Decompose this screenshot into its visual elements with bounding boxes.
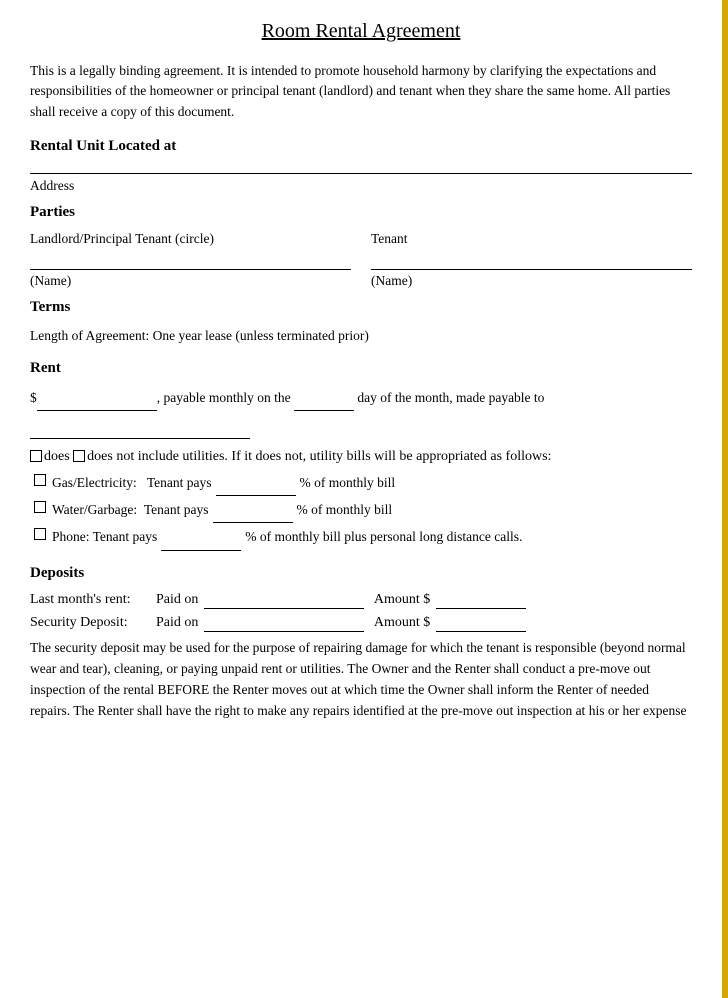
landlord-col: Landlord/Principal Tenant (circle) (Name… xyxy=(30,231,351,289)
address-area: Address xyxy=(30,173,692,194)
tenant-col: Tenant (Name) xyxy=(371,231,692,289)
does-not-text: does not include utilities. If it does n… xyxy=(87,449,551,464)
intro-paragraph: This is a legally binding agreement. It … xyxy=(30,61,692,122)
document-title: Room Rental Agreement xyxy=(30,20,692,43)
landlord-name-label: (Name) xyxy=(30,273,351,289)
rental-unit-heading: Rental Unit Located at xyxy=(30,138,692,155)
rent-heading: Rent xyxy=(30,360,692,377)
last-month-amount-prefix: Amount $ xyxy=(370,592,430,608)
rent-payee-field xyxy=(30,415,250,439)
tenant-name-line xyxy=(371,269,692,270)
security-deposit-row: Security Deposit: Paid on Amount $ xyxy=(30,615,692,632)
terms-heading: Terms xyxy=(30,299,692,316)
address-label: Address xyxy=(30,178,692,194)
security-deposit-label: Security Deposit: xyxy=(30,615,150,631)
security-amount-field xyxy=(436,615,526,632)
security-paid-on: Paid on xyxy=(156,615,198,631)
parties-heading: Parties xyxy=(30,204,692,221)
water-percent-field xyxy=(213,498,293,523)
gas-percent-field xyxy=(216,471,296,496)
deposits-heading: Deposits xyxy=(30,565,692,582)
phone-suffix: % of monthly bill plus personal long dis… xyxy=(245,525,522,549)
gas-checkbox xyxy=(34,474,46,486)
rent-section: Rent $ , payable monthly on the day of t… xyxy=(30,360,692,551)
tenant-name-label: (Name) xyxy=(371,273,692,289)
gas-label: Gas/Electricity: Tenant pays xyxy=(52,471,212,495)
does-text: does xyxy=(44,449,73,464)
parties-section: Parties Landlord/Principal Tenant (circl… xyxy=(30,204,692,289)
deposits-section: Deposits Last month's rent: Paid on Amou… xyxy=(30,565,692,722)
rent-amount-line: $ , payable monthly on the day of the mo… xyxy=(30,387,692,411)
last-month-date-field xyxy=(204,592,364,609)
rent-payable-to-line xyxy=(30,415,692,439)
water-checkbox xyxy=(34,501,46,513)
water-label: Water/Garbage: Tenant pays xyxy=(52,498,209,522)
document-container: Room Rental Agreement This is a legally … xyxy=(0,0,728,998)
water-suffix: % of monthly bill xyxy=(297,498,393,522)
address-field-line xyxy=(30,173,692,174)
rent-payable-text: , payable monthly on the xyxy=(157,390,294,405)
security-deposit-text: The security deposit may be used for the… xyxy=(30,638,692,722)
phone-percent-field xyxy=(161,525,241,550)
rent-day-text: day of the month, made payable to xyxy=(354,390,544,405)
parties-labels-row: Landlord/Principal Tenant (circle) (Name… xyxy=(30,231,692,289)
tenant-label: Tenant xyxy=(371,231,692,247)
last-month-paid-on: Paid on xyxy=(156,592,198,608)
utility-gas: Gas/Electricity: Tenant pays % of monthl… xyxy=(34,471,692,496)
security-amount-prefix: Amount $ xyxy=(370,615,430,631)
rent-body: $ , payable monthly on the day of the mo… xyxy=(30,387,692,439)
last-month-amount-field xyxy=(436,592,526,609)
phone-label: Phone: Tenant pays xyxy=(52,525,157,549)
last-month-rent-row: Last month's rent: Paid on Amount $ xyxy=(30,592,692,609)
last-month-label: Last month's rent: xyxy=(30,592,150,608)
terms-section: Terms Length of Agreement: One year leas… xyxy=(30,299,692,346)
rent-day-field xyxy=(294,387,354,411)
landlord-name-line xyxy=(30,269,351,270)
rental-unit-section: Rental Unit Located at Address xyxy=(30,138,692,194)
security-date-field xyxy=(204,615,364,632)
landlord-label: Landlord/Principal Tenant (circle) xyxy=(30,231,351,247)
utility-phone: Phone: Tenant pays % of monthly bill plu… xyxy=(34,525,692,550)
utilities-list: Gas/Electricity: Tenant pays % of monthl… xyxy=(34,471,692,551)
does-checkbox xyxy=(30,450,42,462)
terms-length-text: Length of Agreement: One year lease (unl… xyxy=(30,326,692,346)
gas-suffix: % of monthly bill xyxy=(300,471,396,495)
utilities-intro: does does not include utilities. If it d… xyxy=(30,449,692,465)
utility-water: Water/Garbage: Tenant pays % of monthly … xyxy=(34,498,692,523)
dollar-sign: $ xyxy=(30,390,37,405)
phone-checkbox xyxy=(34,528,46,540)
does-not-checkbox xyxy=(73,450,85,462)
rent-amount-field xyxy=(37,387,157,411)
